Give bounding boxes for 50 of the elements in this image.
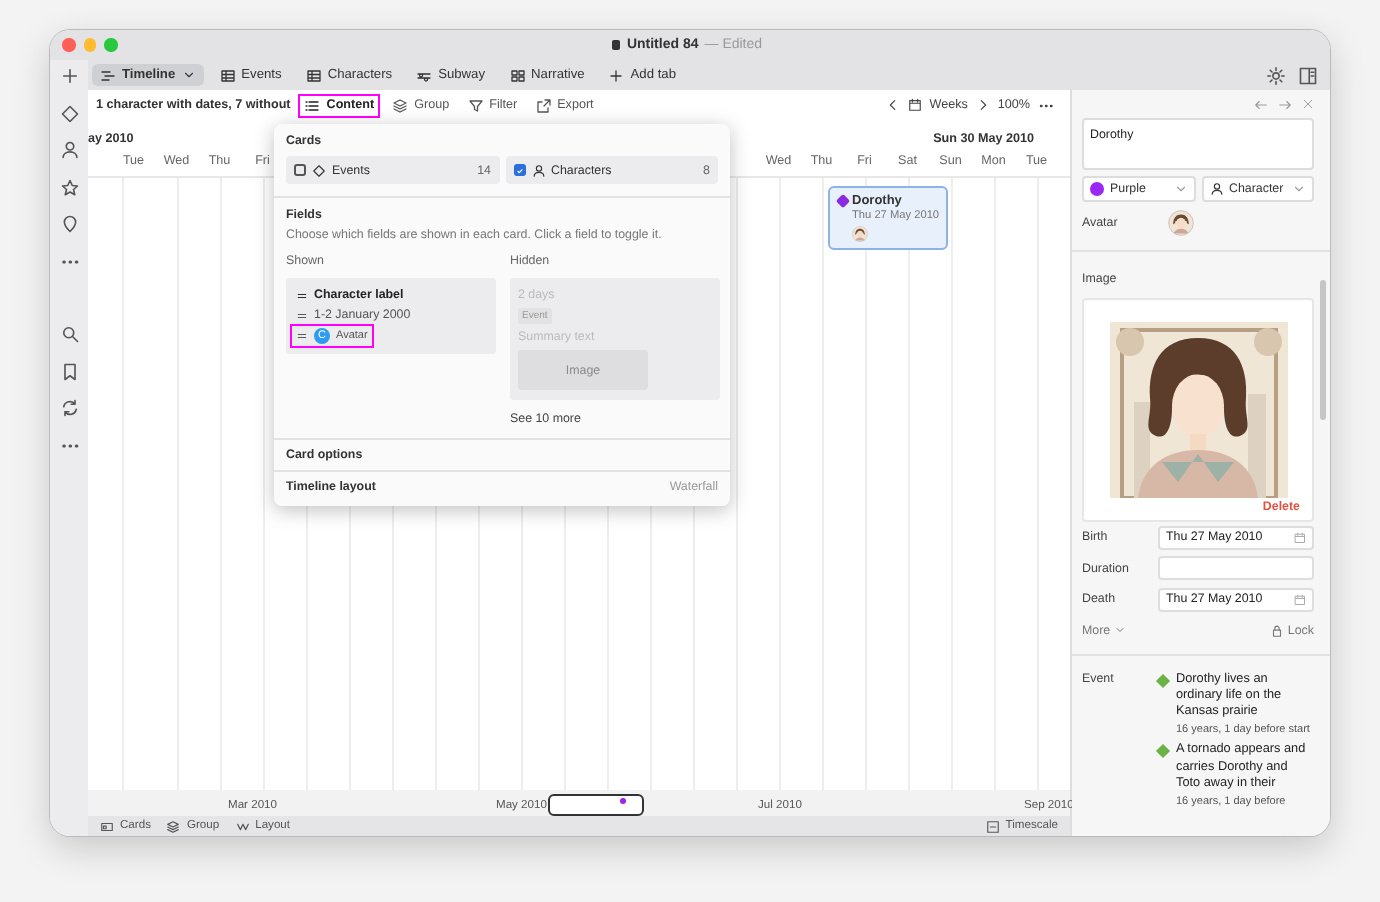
stack-icon [392, 97, 409, 113]
close-icon[interactable] [1302, 98, 1314, 110]
document-icon [612, 40, 621, 50]
bookmark-icon[interactable] [59, 361, 79, 382]
checkbox[interactable] [294, 164, 306, 176]
stack-icon [166, 819, 181, 833]
marker-dot [620, 798, 626, 804]
person-icon [1209, 182, 1223, 196]
person-icon[interactable] [59, 140, 79, 161]
chevron-down-icon [1114, 624, 1127, 636]
diamond-icon[interactable] [59, 103, 79, 124]
grid-icon [509, 67, 526, 83]
calendar-icon [1294, 531, 1306, 544]
sync-icon[interactable] [59, 398, 79, 419]
avatar-icon [1167, 209, 1194, 235]
drag-handle-icon [296, 309, 308, 321]
avatar-icon [852, 226, 868, 242]
lock-icon [1269, 623, 1284, 637]
table-icon [305, 67, 322, 83]
timescale-icon [985, 819, 1000, 833]
sidebar-toggle-icon[interactable] [1298, 65, 1318, 85]
card-icon [100, 819, 114, 833]
zigzag-icon [235, 819, 250, 833]
checkbox[interactable] [513, 164, 525, 176]
chevron-down-icon [181, 68, 196, 82]
drag-handle-icon [296, 289, 308, 301]
person-icon [531, 163, 545, 177]
chevron-down-icon [1173, 182, 1187, 196]
chevron-right-icon[interactable] [975, 98, 990, 112]
pin-icon[interactable] [59, 214, 79, 235]
search-icon[interactable] [59, 324, 79, 345]
table-icon [219, 67, 236, 83]
subway-icon [416, 67, 433, 83]
list-icon [304, 97, 321, 113]
star-icon[interactable] [59, 177, 79, 198]
export-icon [535, 97, 552, 113]
chevron-down-icon [1292, 182, 1306, 196]
scrollbar [1320, 280, 1326, 420]
plus-icon[interactable] [59, 66, 79, 86]
chevron-left-icon[interactable] [885, 98, 900, 112]
plus-icon [608, 67, 625, 83]
diamond-icon [312, 163, 326, 177]
calendar-icon [907, 98, 922, 112]
range-handle[interactable] [548, 794, 644, 816]
timeline-icon [100, 67, 116, 83]
filter-icon [467, 97, 484, 113]
drag-handle-icon [296, 330, 308, 342]
calendar-icon [1294, 593, 1306, 606]
settings-icon[interactable] [1266, 65, 1286, 85]
input-field[interactable] [1158, 556, 1314, 581]
